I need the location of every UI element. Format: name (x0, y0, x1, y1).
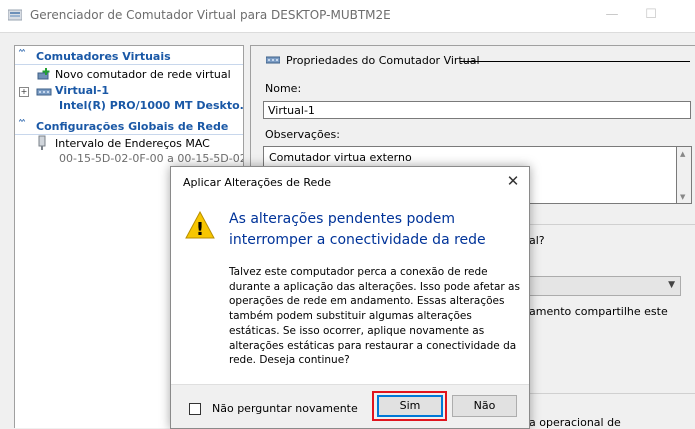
dont-ask-again-checkbox[interactable] (189, 403, 201, 415)
dialog-message: Talvez este computador perca a conexão d… (229, 265, 521, 368)
expand-icon[interactable]: + (19, 87, 29, 97)
dialog-message-line: também podem substituir algumas alteraçõ… (229, 310, 472, 323)
warning-icon: ! (185, 211, 215, 239)
dialog-heading-line: As alterações pendentes podem (229, 211, 456, 227)
dialog-message-line: durante a aplicação das alterações. Isso… (229, 280, 520, 293)
tree-item-switch-name[interactable]: Virtual-1 (55, 84, 109, 97)
dont-ask-again-label[interactable]: Não perguntar novamente (212, 402, 358, 415)
dialog-message-line: Talvez este computador perca a conexão d… (229, 266, 488, 278)
dialog-message-line: rede. Deseja continue? (229, 354, 350, 367)
tree-item-switch-adapter[interactable]: Intel(R) PRO/1000 MT Deskto... (59, 99, 243, 112)
network-switch-icon (36, 88, 52, 96)
svg-text:!: ! (196, 219, 204, 239)
yes-button[interactable]: Sim (377, 395, 443, 417)
dialog-heading-line: interromper a conectividade da rede (229, 232, 486, 248)
tree-item-new-switch-label: Novo comutador de rede virtual (55, 68, 231, 81)
name-label: Nome: (265, 82, 302, 95)
scroll-down-icon: ▼ (680, 193, 686, 201)
dialog-title: Aplicar Alterações de Rede (183, 176, 332, 189)
scroll-up-icon: ▲ (680, 150, 686, 158)
dialog-message-line: alterações estáticas para restaurar a co… (229, 339, 517, 352)
close-icon[interactable]: ✕ (504, 172, 522, 190)
dialog-message-line: operações de rede em andamento. Essas al… (229, 295, 505, 308)
adapter-select[interactable]: ▼ (528, 276, 681, 296)
section-global-settings[interactable]: ˄˄ Configurações Globais de Rede (15, 119, 243, 134)
section-divider (15, 64, 243, 65)
network-switch-icon (266, 56, 280, 64)
switch-manager-icon (8, 9, 22, 21)
dialog-heading: As alterações pendentes podem interrompe… (229, 209, 519, 251)
apply-changes-dialog: Aplicar Alterações de Rede ✕ ! As altera… (170, 166, 530, 429)
notes-scrollbar[interactable]: ▲ ▼ (677, 146, 692, 204)
maximize-button[interactable]: ☐ (643, 7, 659, 23)
tree-item-mac-range[interactable]: Intervalo de Endereços MAC (55, 137, 210, 150)
name-input[interactable]: Virtual-1 (263, 101, 691, 119)
window-title: Gerenciador de Comutador Virtual para DE… (30, 8, 391, 22)
notes-label: Observações: (265, 128, 340, 141)
no-button[interactable]: Não (452, 395, 517, 417)
share-adapter-label: amento compartilhe este (529, 305, 668, 318)
section-virtual-switches[interactable]: ˄˄ Comutadores Virtuais (15, 49, 243, 64)
dialog-message-line: estáticas. Se isso ocorrer, aplique nova… (229, 324, 485, 337)
connection-type-question: al? (529, 234, 545, 247)
collapse-icon: ˄˄ (18, 49, 26, 60)
collapse-icon: ˄˄ (18, 119, 26, 130)
vlan-group-rule (528, 393, 695, 394)
properties-group-title: Propriedades do Comutador Virtual (286, 54, 480, 67)
dialog-footer: Não perguntar novamente Sim Não (171, 384, 529, 428)
section-divider (15, 134, 243, 135)
mac-address-icon (38, 135, 46, 150)
chevron-down-icon: ▼ (668, 280, 675, 290)
tree-item-mac-range-value: 00-15-5D-02-0F-00 a 00-15-5D-02... (59, 152, 244, 165)
add-switch-icon (37, 68, 50, 80)
operational-system-label: a operacional de (529, 416, 621, 429)
minimize-button[interactable]: — (604, 7, 620, 23)
group-title-rule (460, 61, 690, 62)
connection-group-rule (528, 224, 695, 225)
